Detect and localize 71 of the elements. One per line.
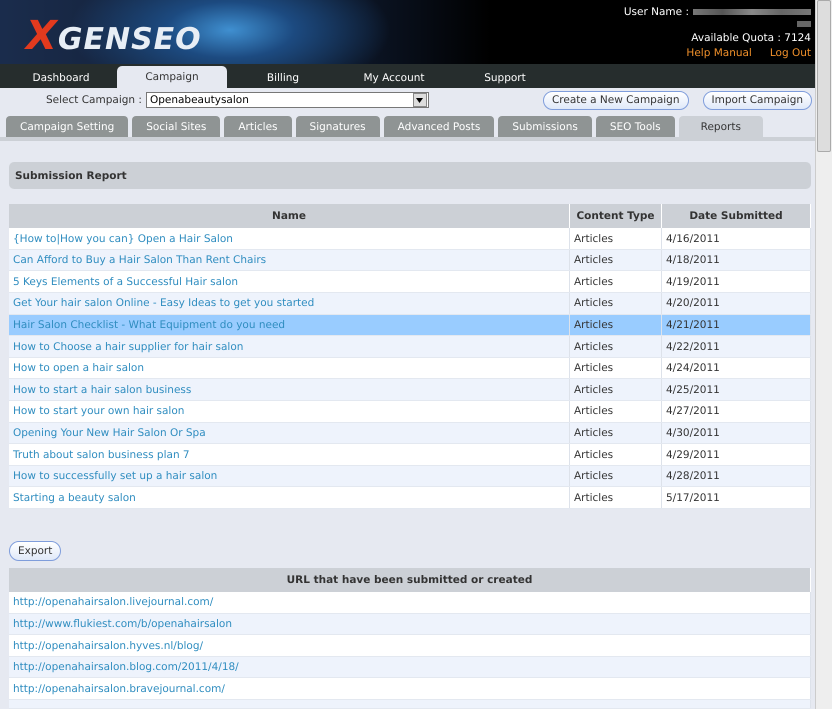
table-cell: Articles [570, 314, 662, 336]
table-cell: Articles [570, 444, 662, 466]
table-cell: Articles [570, 486, 662, 509]
table-row[interactable]: {How to|How you can} Open a Hair Salon Articles 4/16/2011 [9, 228, 810, 250]
header-link[interactable]: Log Out [770, 47, 811, 59]
table-cell: Articles [570, 270, 662, 293]
column-header: Name [9, 204, 570, 228]
url-link[interactable]: http://openahairsalon.livejournal.com/ [9, 592, 810, 614]
blurred-username [797, 21, 811, 27]
table-cell: Articles [570, 378, 662, 401]
table-cell: 4/29/2011 [662, 444, 810, 466]
user-name-label: User Name : [624, 6, 689, 18]
url-link[interactable]: http://openahairsalon.hyves.nl/blog/ [9, 634, 810, 656]
campaign-button[interactable]: Create a New Campaign [542, 90, 689, 110]
table-cell: Articles [570, 400, 662, 422]
sub-tab[interactable]: Reports [678, 116, 763, 138]
table-cell: Articles [570, 357, 662, 379]
url-link[interactable]: http://openahairsalon.bravejournal.com/ [9, 678, 810, 700]
header-link[interactable]: Help Manual [686, 47, 752, 59]
table-cell: 4/28/2011 [662, 465, 810, 487]
logo: XGENSEO [26, 16, 202, 56]
table-row[interactable]: How to successfully set up a hair salon Articles 4/28/2011 [9, 465, 810, 487]
table-row[interactable]: How to start your own hair salon Articles 4/27/2011 [9, 400, 810, 422]
campaign-select[interactable]: Openabeautysalon [146, 92, 429, 108]
table-row[interactable]: How to start a hair salon business Articles 4/25/2011 [9, 378, 810, 401]
nav-tab[interactable]: My Account [339, 68, 449, 88]
article-link[interactable]: Starting a beauty salon [9, 486, 570, 509]
section-title: Submission Report [9, 162, 811, 190]
table-row[interactable]: 5 Keys Elements of a Successful Hair salon Articles 4/19/2011 [9, 270, 810, 293]
campaign-button[interactable]: Import Campaign [702, 90, 812, 110]
table-cell: 4/18/2011 [662, 249, 810, 271]
nav-tab[interactable]: Support [450, 68, 560, 88]
table-row[interactable]: Can Afford to Buy a Hair Salon Than Rent Chairs Articles 4/18/2011 [9, 249, 810, 271]
table-row[interactable]: Opening Your New Hair Salon Or Spa Articles 4/30/2011 [9, 422, 810, 444]
nav-tab[interactable]: Billing [228, 68, 338, 88]
table-row[interactable]: Hair Salon Checklist - What Equipment do you need Articles 4/21/2011 [9, 314, 810, 336]
nav-tab[interactable]: Campaign [117, 66, 227, 88]
scrollbar[interactable] [815, 0, 832, 709]
table-cell: 4/21/2011 [662, 314, 810, 336]
nav-tab[interactable]: Dashboard [6, 68, 116, 88]
table-cell: Articles [570, 292, 662, 314]
table-cell: 4/24/2011 [662, 357, 810, 379]
table-cell: 4/30/2011 [662, 422, 810, 444]
table-cell: Articles [570, 228, 662, 250]
table-cell: 4/16/2011 [662, 228, 810, 250]
table-cell: Articles [570, 422, 662, 444]
export-button[interactable]: Export [9, 541, 62, 562]
article-link[interactable]: Truth about salon business plan 7 [9, 444, 570, 466]
table-cell: 4/27/2011 [662, 400, 810, 422]
column-header: Date Submitted [662, 204, 810, 228]
article-link[interactable]: How to open a hair salon [9, 357, 570, 379]
table-row[interactable]: Starting a beauty salon Articles 5/17/2011 [9, 486, 810, 509]
select-campaign-label: Select Campaign : [46, 94, 142, 106]
table-cell: Articles [570, 336, 662, 358]
table-cell: 4/20/2011 [662, 292, 810, 314]
table-cell: 4/25/2011 [662, 378, 810, 401]
column-header: Content Type [570, 204, 662, 228]
table-cell: 5/17/2011 [662, 486, 810, 509]
table-row[interactable]: How to Choose a hair supplier for hair salon Articles 4/22/2011 [9, 336, 810, 358]
table-cell: 4/22/2011 [662, 336, 810, 358]
article-link[interactable]: How to start your own hair salon [9, 400, 570, 422]
table-cell: Articles [570, 465, 662, 487]
quota-text: Available Quota : 7124 [691, 32, 811, 44]
table-cell: 4/19/2011 [662, 270, 810, 293]
table-row[interactable]: How to open a hair salon Articles 4/24/2011 [9, 357, 810, 379]
article-link[interactable]: 5 Keys Elements of a Successful Hair salon [9, 270, 570, 293]
table-cell: Articles [570, 249, 662, 271]
table-row[interactable]: Truth about salon business plan 7 Articles 4/29/2011 [9, 444, 810, 466]
article-link[interactable]: {How to|How you can} Open a Hair Salon [9, 228, 570, 250]
table-row[interactable]: Get Your hair salon Online - Easy Ideas to get you started Articles 4/20/2011 [9, 292, 810, 314]
column-header: URL that have been submitted or created [9, 568, 810, 592]
